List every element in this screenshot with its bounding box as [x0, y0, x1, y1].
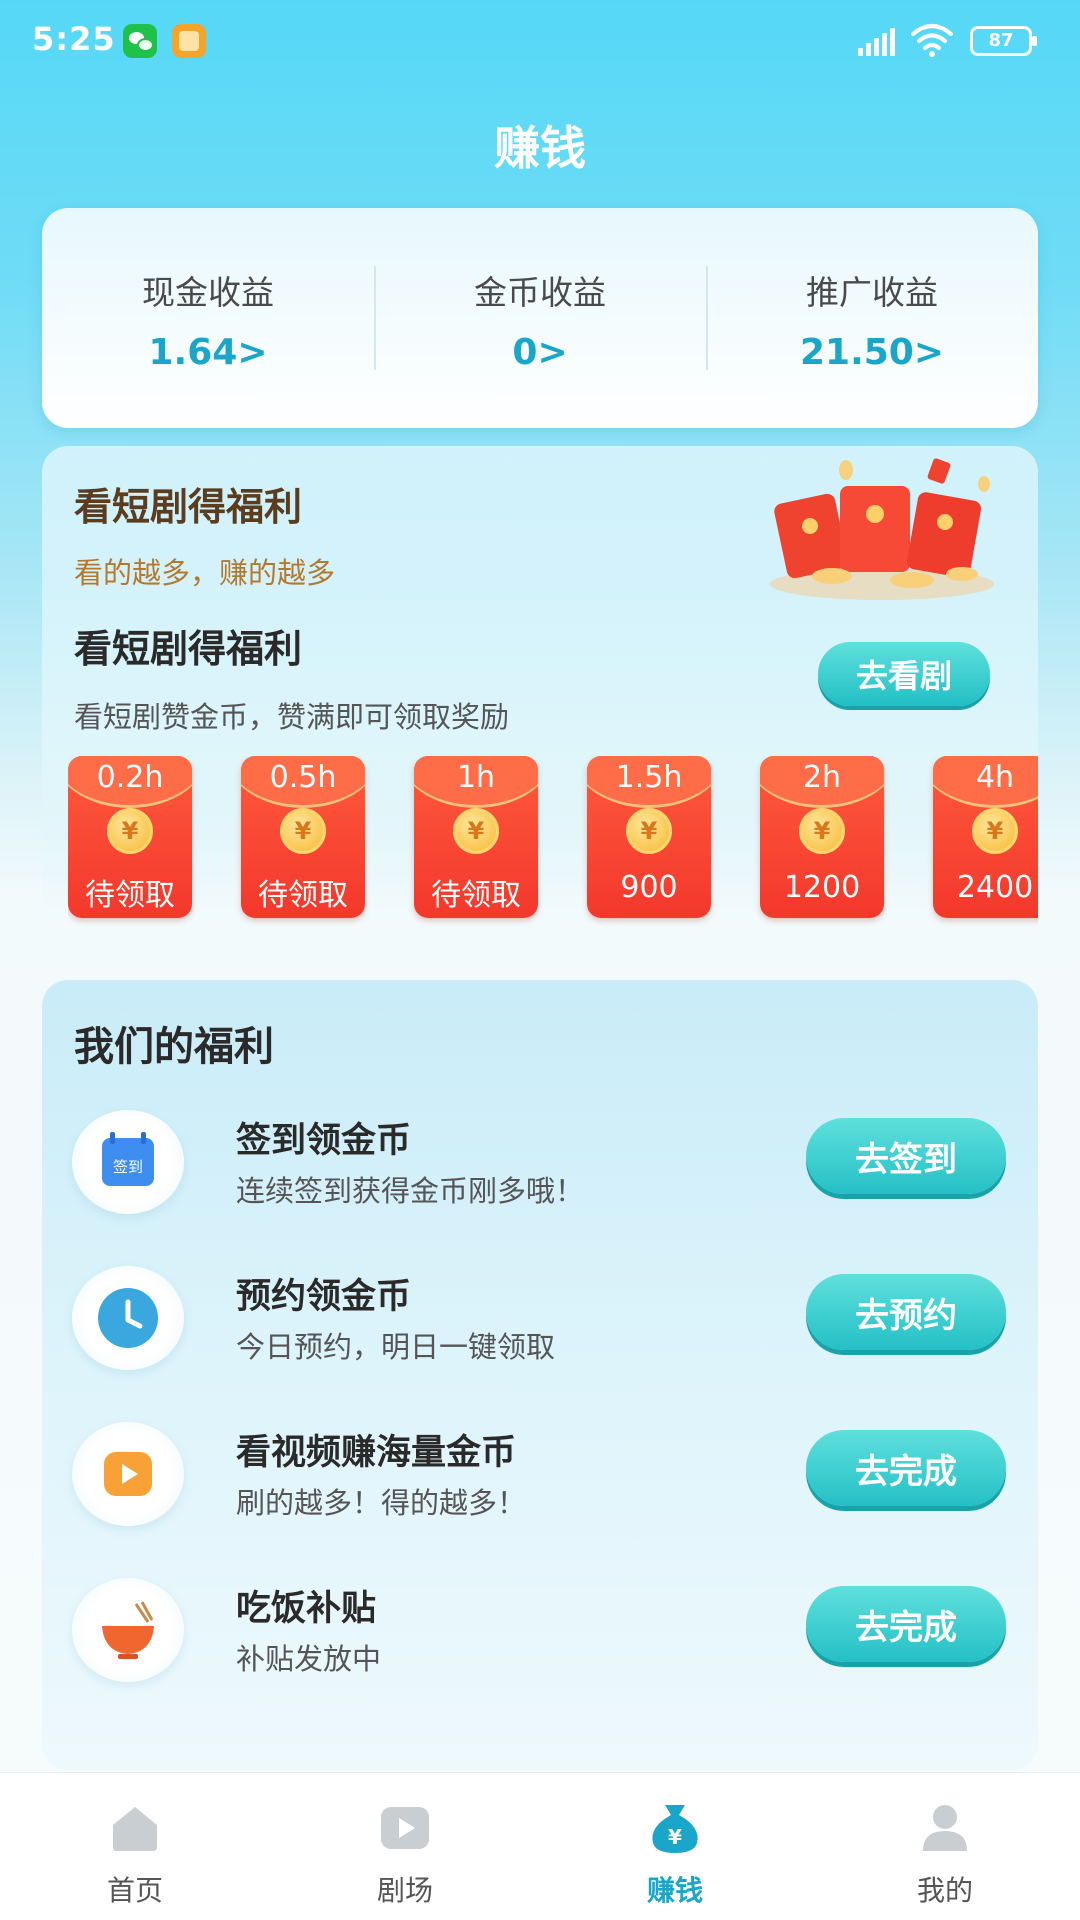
wechat-icon [123, 24, 157, 58]
meal-complete-button[interactable]: 去完成 [806, 1586, 1006, 1662]
watch-drama-button[interactable]: 去看剧 [818, 642, 990, 706]
drama-card-title: 看短剧得福利 [74, 485, 303, 529]
reserve-button[interactable]: 去预约 [806, 1274, 1006, 1350]
benefit-item-reserve: 预约领金币 今日预约，明日一键领取 去预约 [42, 1258, 1038, 1388]
red-packet-status: 1200 [783, 870, 861, 905]
earnings-promotion[interactable]: 推广收益 21.50> [706, 208, 1038, 428]
video-complete-button[interactable]: 去完成 [806, 1430, 1006, 1506]
red-packet-row: 0.2h ¥ 待领取 0.5h ¥ 待领取 1h ¥ 待领取 1.5h ¥ 90… [68, 756, 1038, 926]
red-packet[interactable]: 2h ¥ 1200 [760, 756, 884, 918]
calendar-icon: 签到 [72, 1110, 184, 1214]
red-packet-duration: 0.2h [96, 760, 164, 795]
tab-earn[interactable]: ¥ 赚钱 [540, 1773, 810, 1920]
benefit-description: 刷的越多！得的越多！ [236, 1486, 527, 1520]
benefit-name: 看视频赚海量金币 [236, 1433, 517, 1473]
benefit-item-checkin: 签到 签到领金币 连续签到获得金币刚多哦！ 去签到 [42, 1102, 1038, 1232]
benefits-card: 我们的福利 签到 签到领金币 连续签到获得金币刚多哦！ 去签到 预约领金币 今日… [42, 980, 1038, 1770]
drama-welfare-card: 看短剧得福利 看的越多，赚的越多 看短剧得福利 看短剧赞金币，赞满即可领取奖励 … [42, 446, 1038, 946]
red-packet-status: 2400 [956, 870, 1034, 905]
bottom-tab-bar: 首页 剧场 ¥ 赚钱 我的 [0, 1772, 1080, 1920]
coin-icon: ¥ [799, 808, 845, 854]
tab-earn-label: 赚钱 [646, 1874, 703, 1907]
red-packet-duration: 4h [975, 760, 1015, 795]
battery-level: 87 [988, 30, 1014, 51]
coin-icon: ¥ [107, 808, 153, 854]
earnings-cash[interactable]: 现金收益 1.64> [42, 208, 374, 428]
earnings-coins[interactable]: 金币收益 0> [374, 208, 706, 428]
earnings-promotion-label: 推广收益 [806, 273, 938, 312]
drama-task-description: 看短剧赞金币，赞满即可领取奖励 [74, 700, 510, 734]
coin-icon: ¥ [453, 808, 499, 854]
benefits-title: 我们的福利 [74, 1024, 274, 1070]
red-packet-duration: 1.5h [615, 760, 683, 795]
checkin-button[interactable]: 去签到 [806, 1118, 1006, 1194]
tab-profile[interactable]: 我的 [810, 1773, 1080, 1920]
benefit-description: 今日预约，明日一键领取 [236, 1330, 556, 1364]
money-bag-symbol: ¥ [668, 1825, 682, 1849]
status-bar: 5:25 87 [0, 0, 1080, 80]
earnings-coins-label: 金币收益 [474, 273, 606, 312]
bowl-icon [72, 1578, 184, 1682]
tab-theater-label: 剧场 [376, 1874, 433, 1907]
tab-home[interactable]: 首页 [0, 1773, 270, 1920]
play-icon [72, 1422, 184, 1526]
calendar-icon-label: 签到 [113, 1158, 143, 1176]
earnings-promotion-value[interactable]: 21.50> [706, 332, 1038, 373]
coin-icon: ¥ [972, 808, 1018, 854]
gallery-icon [172, 24, 206, 58]
signal-icon [858, 28, 898, 56]
red-packet[interactable]: 0.2h ¥ 待领取 [68, 756, 192, 918]
drama-task-title: 看短剧得福利 [74, 627, 303, 671]
benefit-name: 吃饭补贴 [236, 1589, 377, 1629]
benefit-name: 预约领金币 [236, 1277, 412, 1317]
clock-icon [72, 1266, 184, 1370]
battery-icon: 87 [970, 26, 1037, 56]
red-packet[interactable]: 1.5h ¥ 900 [587, 756, 711, 918]
earnings-cash-label: 现金收益 [142, 273, 274, 312]
benefit-description: 补贴发放中 [236, 1642, 382, 1676]
play-icon [381, 1807, 429, 1849]
tab-profile-label: 我的 [916, 1874, 973, 1907]
red-packet[interactable]: 1h ¥ 待领取 [414, 756, 538, 918]
red-packet-status: 待领取 [85, 878, 175, 913]
drama-card-subtitle: 看的越多，赚的越多 [74, 556, 336, 590]
home-icon [113, 1807, 157, 1851]
earnings-card: 现金收益 1.64> 金币收益 0> 推广收益 21.50> [42, 208, 1038, 428]
red-packet-status: 待领取 [431, 878, 521, 913]
red-packet-duration: 0.5h [269, 760, 337, 795]
benefit-description: 连续签到获得金币刚多哦！ [236, 1174, 585, 1208]
red-packets-illustration [770, 458, 994, 600]
benefit-item-video: 看视频赚海量金币 刷的越多！得的越多！ 去完成 [42, 1414, 1038, 1544]
tab-home-label: 首页 [106, 1874, 163, 1907]
benefit-name: 签到领金币 [236, 1121, 412, 1161]
page-title: 赚钱 [494, 121, 586, 175]
status-time: 5:25 [32, 20, 116, 58]
benefit-item-meal: 吃饭补贴 补贴发放中 去完成 [42, 1570, 1038, 1700]
red-packet[interactable]: 0.5h ¥ 待领取 [241, 756, 365, 918]
coin-icon: ¥ [280, 808, 326, 854]
tab-theater[interactable]: 剧场 [270, 1773, 540, 1920]
red-packet-duration: 1h [456, 760, 496, 795]
red-packet-status: 待领取 [258, 878, 348, 913]
wifi-icon [911, 24, 953, 57]
earnings-cash-value[interactable]: 1.64> [42, 332, 374, 373]
money-bag-icon: ¥ [652, 1805, 698, 1853]
red-packet-status: 900 [620, 870, 678, 905]
red-packet-duration: 2h [802, 760, 842, 795]
red-packet[interactable]: 4h ¥ 2400 [933, 756, 1038, 918]
user-icon [923, 1805, 967, 1851]
earnings-coins-value[interactable]: 0> [374, 332, 706, 373]
coin-icon: ¥ [626, 808, 672, 854]
